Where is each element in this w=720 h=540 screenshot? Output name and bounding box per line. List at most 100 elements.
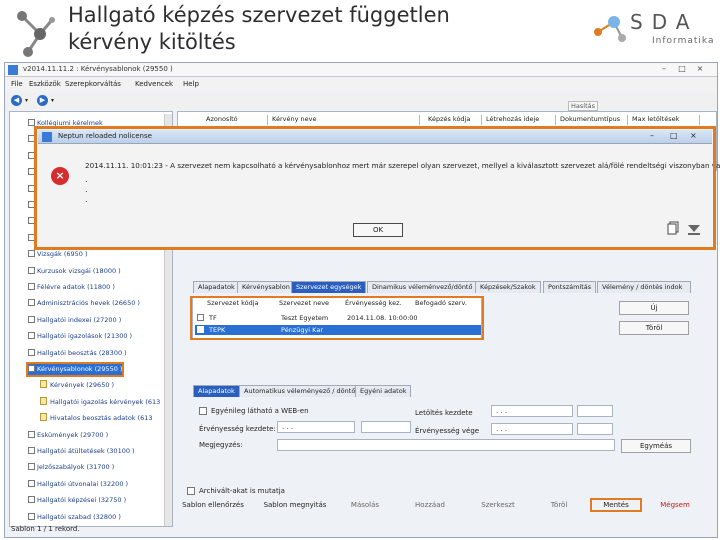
web-visible-label: Egyénileg látható a WEB-en [211, 407, 309, 415]
tree-item-label: Hallgatói képzései (32750 ) [37, 496, 127, 505]
tree-item-label: Hallgatói igazolás kérvények (613 [50, 397, 161, 406]
web-visible-checkbox[interactable] [199, 407, 207, 415]
column-header[interactable]: Kérvény neve [270, 115, 420, 125]
maximize-button[interactable]: □ [675, 64, 689, 75]
menu-file[interactable]: File [11, 80, 23, 88]
tree-item[interactable]: Hallgatói indexei (27200 ) [28, 315, 121, 326]
tree-item[interactable]: Hallgatói útvonalai (32200 ) [28, 479, 128, 490]
download-start-time-field[interactable] [577, 405, 613, 417]
tree-item[interactable]: Kérvények (29650 ) [40, 380, 114, 391]
tab-template[interactable]: Kérvénysablon [237, 281, 295, 293]
tree-item-label: Kurzusok vizsgái (18000 ) [37, 266, 121, 275]
tab-sub-auto-reviewer[interactable]: Automatikus véleményező / döntő [239, 385, 361, 397]
delete-org-button[interactable]: Töröl [619, 321, 689, 335]
tree-item[interactable]: Vizsgák (6950 ) [28, 249, 88, 260]
tree-item[interactable]: Félévre adatok (11800 ) [28, 282, 115, 293]
tree-item-label: Jelzőszabályok (31700 ) [37, 463, 115, 472]
tab-scoring[interactable]: Pontszámítás [543, 281, 597, 293]
tab-sub-custom[interactable]: Egyéni adatok [355, 385, 412, 397]
tree-item[interactable]: Kérvénysablonok (29550 ) [25, 362, 125, 377]
back-icon[interactable]: ◀ [11, 95, 22, 106]
dropdown-icon[interactable]: ▾ [25, 97, 28, 104]
column-header[interactable]: Azonosító [204, 115, 268, 125]
download-start-label: Letöltés kezdete [415, 409, 473, 417]
archived-checkbox[interactable] [187, 487, 195, 495]
window-title: v2014.11.11.2 : Kérvénysablonok (29550 ) [23, 65, 173, 73]
tab-opinion-reason[interactable]: Vélemény / döntés indok [597, 281, 691, 293]
expand-box-icon [28, 447, 35, 454]
tree-item[interactable]: Hallgatói beosztás (28300 ) [28, 348, 127, 359]
download-start-field[interactable]: . . . [491, 405, 573, 417]
save-button[interactable]: Mentés [590, 498, 642, 512]
tree-item[interactable]: Kurzusok vizsgái (18000 ) [28, 266, 121, 277]
app-icon [8, 65, 18, 75]
edit-button[interactable]: Szerkeszt [468, 498, 528, 512]
cancel-button[interactable]: Mégsem [650, 498, 700, 512]
tree-item-label: Vizsgák (6950 ) [37, 250, 88, 259]
expand-box-icon [28, 266, 35, 274]
document-icon [40, 380, 47, 389]
expand-box-icon [28, 315, 35, 323]
menubar: File Eszközök Szerepkorváltás Kedvencek … [5, 78, 717, 92]
close-button[interactable]: × [693, 64, 707, 75]
logo-letters: SDA [630, 10, 699, 34]
menu-help[interactable]: Help [183, 80, 199, 88]
valid-end-field[interactable]: . . . [491, 423, 573, 435]
tree-item[interactable]: Hivatalos beosztás adatok (613 [40, 413, 153, 424]
tree-item[interactable]: Eskümények (29700 ) [28, 430, 108, 441]
slide-title: Hallgató képzés szervezet független kérv… [68, 3, 450, 54]
tab-basic-data[interactable]: Alapadatok [193, 281, 240, 293]
tree-item[interactable]: Hallgatói igazolások (21300 ) [28, 331, 132, 342]
column-header[interactable]: Dokumentumtípus [558, 115, 628, 125]
minimize-button[interactable]: – [657, 64, 671, 75]
tree-item-label: Adminisztrációs hevek (26650 ) [37, 299, 140, 308]
menu-favorites[interactable]: Kedvencek [135, 80, 173, 88]
sda-logo-icon [594, 16, 626, 42]
tab-dynamic-reviewer[interactable]: Dinamikus véleménvező/döntő [367, 281, 478, 293]
filter-hint-button[interactable]: Hasítás [568, 101, 598, 111]
tree-item[interactable]: Hallgatói képzései (32750 ) [28, 495, 126, 506]
tree-item-label: Félévre adatok (11800 ) [37, 283, 115, 291]
tree-item-label: Hallgatói útvonalai (32200 ) [37, 479, 129, 488]
template-check-button[interactable]: Sablon ellenőrzés [178, 498, 248, 512]
org-grid-highlight [190, 296, 484, 340]
dropdown-icon[interactable]: ▾ [51, 97, 54, 104]
tree-item-label: Eskümények (29700 ) [37, 430, 109, 439]
tree-item[interactable]: Jelzőszabályok (31700 ) [28, 462, 114, 473]
column-header[interactable]: Létrehozás ideje [484, 115, 556, 125]
expand-box-icon [28, 348, 35, 356]
expand-box-icon [28, 119, 35, 126]
expand-box-icon [28, 512, 35, 520]
tab-org-units[interactable]: Szervezet egységek [291, 281, 367, 293]
send-button[interactable]: Egyméás [621, 439, 691, 453]
tab-sub-basic[interactable]: Alapadatok [193, 385, 240, 397]
expand-box-icon [28, 283, 35, 290]
tree-item[interactable]: Adminisztrációs hevek (26650 ) [28, 298, 140, 309]
tree-item-label: Hallgatói indexei (27200 ) [37, 315, 122, 324]
tree-item[interactable]: Hallgatói szabad (32800 ) [28, 512, 121, 523]
forward-icon[interactable]: ▶ [37, 95, 48, 106]
tree-item-label: Hivatalos beosztás adatok (613 [50, 414, 153, 423]
tree-item[interactable]: Hallgatói átültetések (30100 ) [28, 446, 135, 457]
menu-tools[interactable]: Eszközök [29, 80, 61, 88]
new-button[interactable]: Új [619, 301, 689, 315]
slide-header: Hallgató képzés szervezet független kérv… [0, 0, 720, 62]
valid-start-field[interactable]: . . . [277, 421, 355, 433]
column-header[interactable]: Max letöltések [630, 115, 700, 125]
toolbar: ◀ ▶ ▾ ▾ [5, 93, 717, 109]
add-button[interactable]: Hozzáad [402, 498, 458, 512]
tree-item[interactable]: Hallgatói igazolás kérvények (613 [40, 396, 161, 408]
menu-role-switch[interactable]: Szerepkorváltás [65, 80, 121, 88]
archived-label: Archivált-akat is mutatja [199, 487, 285, 495]
valid-start-time-field[interactable] [361, 421, 411, 433]
note-field[interactable] [277, 439, 615, 451]
copy-button[interactable]: Másolás [340, 498, 390, 512]
template-open-button[interactable]: Sablon megnyitás [258, 498, 332, 512]
column-header[interactable]: Képzés kódja [426, 115, 482, 125]
sda-logo: SDA Informatika [590, 8, 716, 52]
valid-end-time-field[interactable] [577, 423, 613, 435]
bottom-action-bar: Sablon ellenőrzés Sablon megnyitás Másol… [176, 496, 712, 518]
tab-trainings[interactable]: Képzések/Szakok [475, 281, 541, 293]
delete-button[interactable]: Töröl [536, 498, 582, 512]
dialog-highlight [34, 126, 716, 250]
